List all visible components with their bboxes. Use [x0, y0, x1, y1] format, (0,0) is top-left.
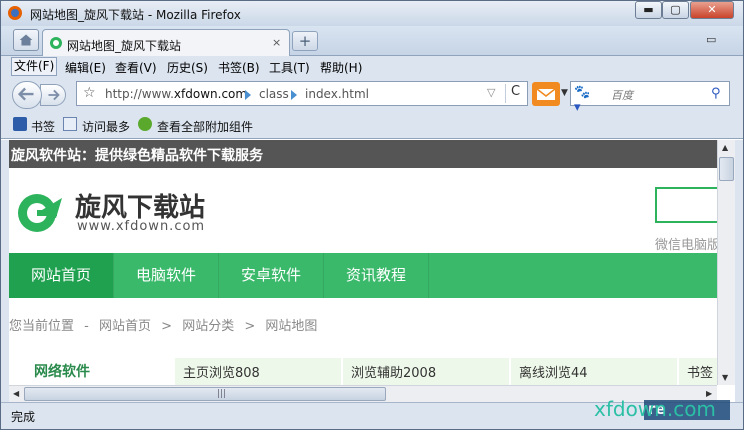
menu-view[interactable]: 查看(V) [115, 59, 157, 76]
breadcrumb-home[interactable]: 网站首页 [99, 319, 151, 334]
reload-button[interactable]: C [505, 84, 525, 103]
close-window-button[interactable]: ✕ [690, 1, 734, 19]
scroll-left-icon[interactable]: ◀ [13, 389, 19, 398]
menu-help[interactable]: 帮助(H) [320, 59, 362, 76]
search-box[interactable]: 🐾▾ 百度 ⚲ [570, 81, 730, 115]
menu-bar: 文件(F) 编辑(E) 查看(V) 历史(S) 书签(B) 工具(T) 帮助(H… [0, 56, 744, 78]
nav-home[interactable]: 网站首页 [9, 253, 114, 298]
menu-history[interactable]: 历史(S) [167, 59, 208, 76]
breadcrumb-arrow-icon [245, 90, 251, 100]
category-heading[interactable]: 网络软件 [34, 361, 90, 381]
search-input[interactable]: 百度 [611, 87, 633, 103]
watermark: xfdown.com [594, 397, 716, 421]
bookmarks-toolbar: 书签 访问最多 查看全部附加组件 [0, 112, 744, 139]
breadcrumb-label: 您当前位置 [9, 319, 75, 334]
breadcrumb-categories[interactable]: 网站分类 [182, 319, 234, 334]
nav-android-software[interactable]: 安卓软件 [219, 253, 324, 298]
site-domain: www.xfdown.com [77, 219, 206, 234]
close-icon: ✕ [707, 3, 717, 16]
xfdown-logo-icon[interactable] [12, 188, 70, 234]
url-history-dropdown-icon[interactable]: ▽ [487, 86, 495, 99]
category-link[interactable]: 书签 [679, 358, 717, 385]
status-text: 完成 [11, 410, 36, 424]
category-link[interactable]: 离线浏览44 [511, 358, 679, 385]
bookmark-item-bookmarks[interactable]: 书签 [31, 118, 55, 135]
site-topbar: 旋风软件站：提供绿色精品软件下载服务 [9, 140, 717, 168]
menu-file[interactable]: 文件(F) [11, 57, 58, 76]
puzzle-icon [138, 117, 152, 131]
feed-addon-icon[interactable] [532, 82, 560, 106]
url-bar[interactable]: ☆ http://www.xfdown.com class index.html… [76, 81, 528, 106]
tab-close-icon[interactable]: × [272, 36, 281, 49]
scroll-up-icon[interactable]: ▲ [722, 143, 728, 152]
menu-tools[interactable]: 工具(T) [269, 59, 310, 76]
category-link[interactable]: 浏览辅助2008 [343, 358, 511, 385]
page-icon [63, 117, 77, 131]
breadcrumb-sitemap[interactable]: 网站地图 [265, 319, 317, 334]
category-link[interactable]: 主页浏览808 [175, 358, 343, 385]
bookmark-star-icon[interactable]: ☆ [83, 85, 96, 101]
xfdown-favicon-icon [50, 37, 62, 49]
vertical-scroll-thumb[interactable] [719, 157, 734, 181]
home-button[interactable] [13, 29, 39, 51]
breadcrumb: 您当前位置 - 网站首页 > 网站分类 > 网站地图 [9, 315, 317, 334]
tab-bar: 网站地图_旋风下载站 × + ▭ [0, 26, 744, 57]
minimize-icon: ▬ [643, 3, 654, 16]
nav-news-tutorials[interactable]: 资讯教程 [324, 253, 429, 298]
title-bar: 网站地图_旋风下载站 - Mozilla Firefox ▬ ▢ ✕ [0, 0, 744, 26]
addon-dropdown-icon[interactable]: ▼ [561, 88, 568, 98]
arrow-left-icon [17, 87, 34, 101]
mail-icon [536, 88, 556, 100]
horizontal-scroll-thumb[interactable]: ||| [24, 387, 386, 401]
breadcrumb-separator: > [161, 319, 173, 334]
navigation-toolbar: ☆ http://www.xfdown.com class index.html… [0, 78, 744, 115]
tab-sitemap[interactable]: 网站地图_旋风下载站 × [42, 29, 290, 57]
firefox-icon [8, 6, 22, 20]
site-nav: 网站首页 电脑软件 安卓软件 资讯教程 [9, 253, 717, 298]
grip-icon: ||| [217, 389, 227, 399]
menu-edit[interactable]: 编辑(E) [65, 59, 106, 76]
back-button[interactable] [12, 81, 42, 109]
search-icon[interactable]: ⚲ [711, 86, 721, 101]
page-content: 旋风软件站：提供绿色精品软件下载服务 旋风下载站 www.xfdown.com … [9, 140, 717, 385]
home-icon [19, 34, 33, 46]
breadcrumb-arrow-icon [291, 90, 297, 100]
breadcrumb-separator: - [84, 319, 89, 334]
maximize-icon: ▢ [670, 3, 681, 16]
scroll-down-icon[interactable]: ▼ [722, 373, 728, 382]
maximize-button[interactable]: ▢ [662, 1, 689, 19]
nav-pc-software[interactable]: 电脑软件 [114, 253, 219, 298]
side-link[interactable]: 微信电脑版 [655, 234, 717, 253]
baidu-engine-icon[interactable]: 🐾▾ [574, 85, 594, 115]
search-field[interactable] [655, 187, 717, 223]
minimize-button[interactable]: ▬ [635, 1, 662, 19]
forward-button[interactable] [40, 84, 66, 106]
bookmarks-star-icon [13, 117, 27, 131]
url-segment-class[interactable]: class [259, 87, 289, 101]
new-tab-button[interactable]: + [292, 31, 318, 51]
bookmark-item-most-visited[interactable]: 访问最多 [82, 118, 130, 135]
url-segment-index[interactable]: index.html [305, 87, 369, 101]
bookmark-item-addons[interactable]: 查看全部附加组件 [157, 118, 253, 135]
window-title: 网站地图_旋风下载站 - Mozilla Firefox [30, 8, 241, 22]
tab-label: 网站地图_旋风下载站 [67, 39, 182, 53]
firefox-window: 网站地图_旋风下载站 - Mozilla Firefox ▬ ▢ ✕ 网站地图_… [0, 0, 744, 430]
vertical-scrollbar[interactable]: ▲ ▼ [717, 140, 735, 385]
breadcrumb-separator: > [244, 319, 256, 334]
tab-list-icon[interactable]: ▭ [706, 33, 716, 46]
site-slogan: 旋风软件站：提供绿色精品软件下载服务 [11, 148, 263, 164]
menu-bookmarks[interactable]: 书签(B) [218, 59, 260, 76]
arrow-right-icon [48, 89, 60, 101]
window-frame-left [0, 140, 9, 402]
url-host: http://www.xfdown.com [105, 87, 248, 101]
window-frame-right [735, 140, 744, 402]
